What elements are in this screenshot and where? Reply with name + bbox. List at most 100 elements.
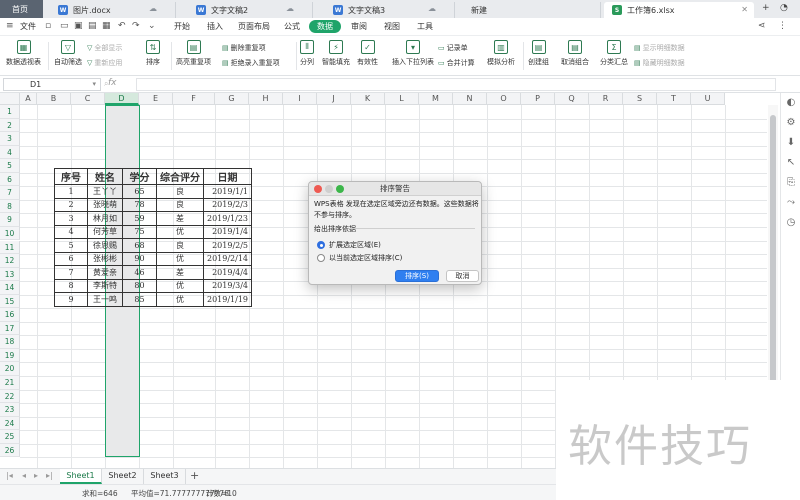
menu-icon[interactable]: ≡ bbox=[6, 21, 14, 31]
create-group-button[interactable]: ▤ 创建组 bbox=[528, 40, 549, 67]
add-sheet-button[interactable]: + bbox=[190, 469, 199, 483]
column-header-h[interactable]: H bbox=[249, 93, 283, 105]
row-header-24[interactable]: 24 bbox=[0, 416, 20, 431]
table-cell[interactable]: 46 bbox=[122, 265, 157, 280]
scrollbar-thumb[interactable] bbox=[770, 115, 776, 385]
column-header-c[interactable]: C bbox=[71, 93, 105, 105]
row-header-25[interactable]: 25 bbox=[0, 430, 20, 444]
table-cell[interactable]: 80 bbox=[122, 278, 157, 293]
row-header-3[interactable]: 3 bbox=[0, 132, 20, 146]
radio-selected-icon[interactable] bbox=[317, 241, 325, 249]
header-cell[interactable]: 姓名 bbox=[87, 168, 123, 185]
table-cell[interactable]: 2019/1/4 bbox=[202, 224, 253, 239]
table-cell[interactable]: 85 bbox=[122, 292, 157, 307]
name-box[interactable]: D1 ▾ bbox=[3, 78, 101, 91]
row-header-10[interactable]: 10 bbox=[0, 226, 20, 241]
column-header-b[interactable]: B bbox=[37, 93, 71, 105]
doc-tab-2[interactable]: W 文字文稿2 ☁ bbox=[188, 2, 313, 18]
menu-file[interactable]: 文件 bbox=[20, 21, 36, 32]
column-header-p[interactable]: P bbox=[521, 93, 555, 105]
column-header-u[interactable]: U bbox=[691, 93, 725, 105]
table-cell[interactable]: 李斯特 bbox=[87, 278, 123, 293]
column-header-i[interactable]: I bbox=[283, 93, 317, 105]
table-cell[interactable]: 2019/2/14 bbox=[202, 251, 253, 266]
column-header-t[interactable]: T bbox=[657, 93, 691, 105]
table-cell[interactable]: 2019/3/4 bbox=[202, 278, 253, 293]
zoom-window-icon[interactable] bbox=[336, 185, 344, 193]
column-header-q[interactable]: Q bbox=[555, 93, 589, 105]
menu-tools[interactable]: 工具 bbox=[417, 21, 433, 32]
ungroup-button[interactable]: ▤ 取消组合 bbox=[561, 40, 589, 67]
table-cell[interactable]: 78 bbox=[122, 197, 157, 212]
table-cell[interactable]: 5 bbox=[54, 238, 88, 253]
column-header-j[interactable]: J bbox=[317, 93, 351, 105]
row-header-21[interactable]: 21 bbox=[0, 376, 20, 390]
header-cell[interactable]: 学分 bbox=[122, 168, 157, 185]
table-cell[interactable]: 良 bbox=[156, 238, 204, 253]
column-header-s[interactable]: S bbox=[623, 93, 657, 105]
row-header-12[interactable]: 12 bbox=[0, 254, 20, 268]
table-cell[interactable]: 75 bbox=[122, 224, 157, 239]
table-cell[interactable]: 黄爱亲 bbox=[87, 265, 123, 280]
doc-tab-3[interactable]: W 文字文稿3 ☁ bbox=[325, 2, 455, 18]
column-header-r[interactable]: R bbox=[589, 93, 623, 105]
row-header-6[interactable]: 6 bbox=[0, 172, 20, 187]
menu-data[interactable]: 数据 bbox=[309, 20, 341, 33]
row-header-13[interactable]: 13 bbox=[0, 267, 20, 282]
row-header-11[interactable]: 11 bbox=[0, 240, 20, 254]
more-icon[interactable]: ⋮ bbox=[778, 21, 787, 31]
row-header-8[interactable]: 8 bbox=[0, 199, 20, 214]
row-header-16[interactable]: 16 bbox=[0, 308, 20, 322]
row-header-2[interactable]: 2 bbox=[0, 118, 20, 133]
column-header-n[interactable]: N bbox=[453, 93, 487, 105]
next-sheet-icon[interactable]: ▸ bbox=[34, 471, 38, 480]
table-cell[interactable]: 8 bbox=[54, 278, 88, 293]
print-icon[interactable]: ▣ bbox=[74, 21, 83, 31]
row-header-14[interactable]: 14 bbox=[0, 281, 20, 295]
smart-fill-button[interactable]: ⚡ 智能填充 bbox=[322, 40, 350, 67]
table-cell[interactable]: 优 bbox=[156, 278, 204, 293]
validity-button[interactable]: ✓ 有效性 bbox=[357, 40, 378, 67]
menu-formula[interactable]: 公式 bbox=[284, 21, 300, 32]
subtotal-button[interactable]: Σ 分类汇总 bbox=[600, 40, 628, 67]
format-icon[interactable]: ▦ bbox=[102, 21, 111, 31]
option-current-selection[interactable]: 以当前选定区域排序(C) bbox=[317, 253, 402, 263]
row-header-18[interactable]: 18 bbox=[0, 335, 20, 349]
menu-page-layout[interactable]: 页面布局 bbox=[238, 21, 270, 32]
table-cell[interactable]: 7 bbox=[54, 265, 88, 280]
doc-tab-1[interactable]: W 图片.docx ☁ bbox=[50, 2, 176, 18]
row-header-26[interactable]: 26 bbox=[0, 443, 20, 458]
preview-icon[interactable]: ▤ bbox=[88, 21, 97, 31]
column-header-e[interactable]: E bbox=[139, 93, 173, 105]
dropdown-list-button[interactable]: ▾ 插入下拉列表 bbox=[392, 40, 434, 67]
table-cell[interactable]: 良 bbox=[156, 197, 204, 212]
row-header-1[interactable]: 1 bbox=[0, 105, 20, 119]
close-window-icon[interactable] bbox=[314, 185, 322, 193]
autofilter-button[interactable]: ▽ 自动筛选 bbox=[54, 40, 82, 67]
show-detail-button[interactable]: ▤ 显示明细数据 bbox=[634, 43, 685, 53]
account-icon[interactable]: ◔ bbox=[780, 3, 788, 13]
radio-unselected-icon[interactable] bbox=[317, 254, 325, 262]
table-cell[interactable]: 徐恩赐 bbox=[87, 238, 123, 253]
delete-dup-button[interactable]: ▤ 删除重复项 bbox=[222, 43, 266, 53]
sort-button[interactable]: ⇅ 排序 bbox=[146, 40, 160, 67]
style-icon[interactable]: ◐ bbox=[785, 97, 797, 109]
pivot-table-button[interactable]: ▦ 数据透视表 bbox=[6, 40, 41, 67]
table-cell[interactable]: 王一鸣 bbox=[87, 292, 123, 307]
row-header-22[interactable]: 22 bbox=[0, 389, 20, 404]
row-header-19[interactable]: 19 bbox=[0, 348, 20, 363]
backup-icon[interactable]: ⎘ bbox=[785, 177, 797, 189]
menu-view[interactable]: 视图 bbox=[384, 21, 400, 32]
table-cell[interactable]: 张晓萌 bbox=[87, 197, 123, 212]
sort-button[interactable]: 排序(S) bbox=[395, 270, 439, 282]
split-column-button[interactable]: ⫴ 分列 bbox=[300, 40, 314, 67]
highlight-dup-button[interactable]: ▤ 高亮重复项 bbox=[176, 40, 211, 67]
properties-icon[interactable]: ⚙ bbox=[785, 117, 797, 129]
sheet-tab-sheet1[interactable]: Sheet1 bbox=[60, 469, 102, 484]
table-cell[interactable]: 2019/1/1 bbox=[202, 184, 253, 199]
table-cell[interactable]: 2019/1/19 bbox=[202, 292, 253, 307]
hide-detail-button[interactable]: ▤ 隐藏明细数据 bbox=[634, 58, 685, 68]
row-header-17[interactable]: 17 bbox=[0, 321, 20, 336]
sheet-tab-sheet2[interactable]: Sheet2 bbox=[102, 469, 144, 484]
table-cell[interactable]: 2019/1/23 bbox=[202, 211, 253, 226]
